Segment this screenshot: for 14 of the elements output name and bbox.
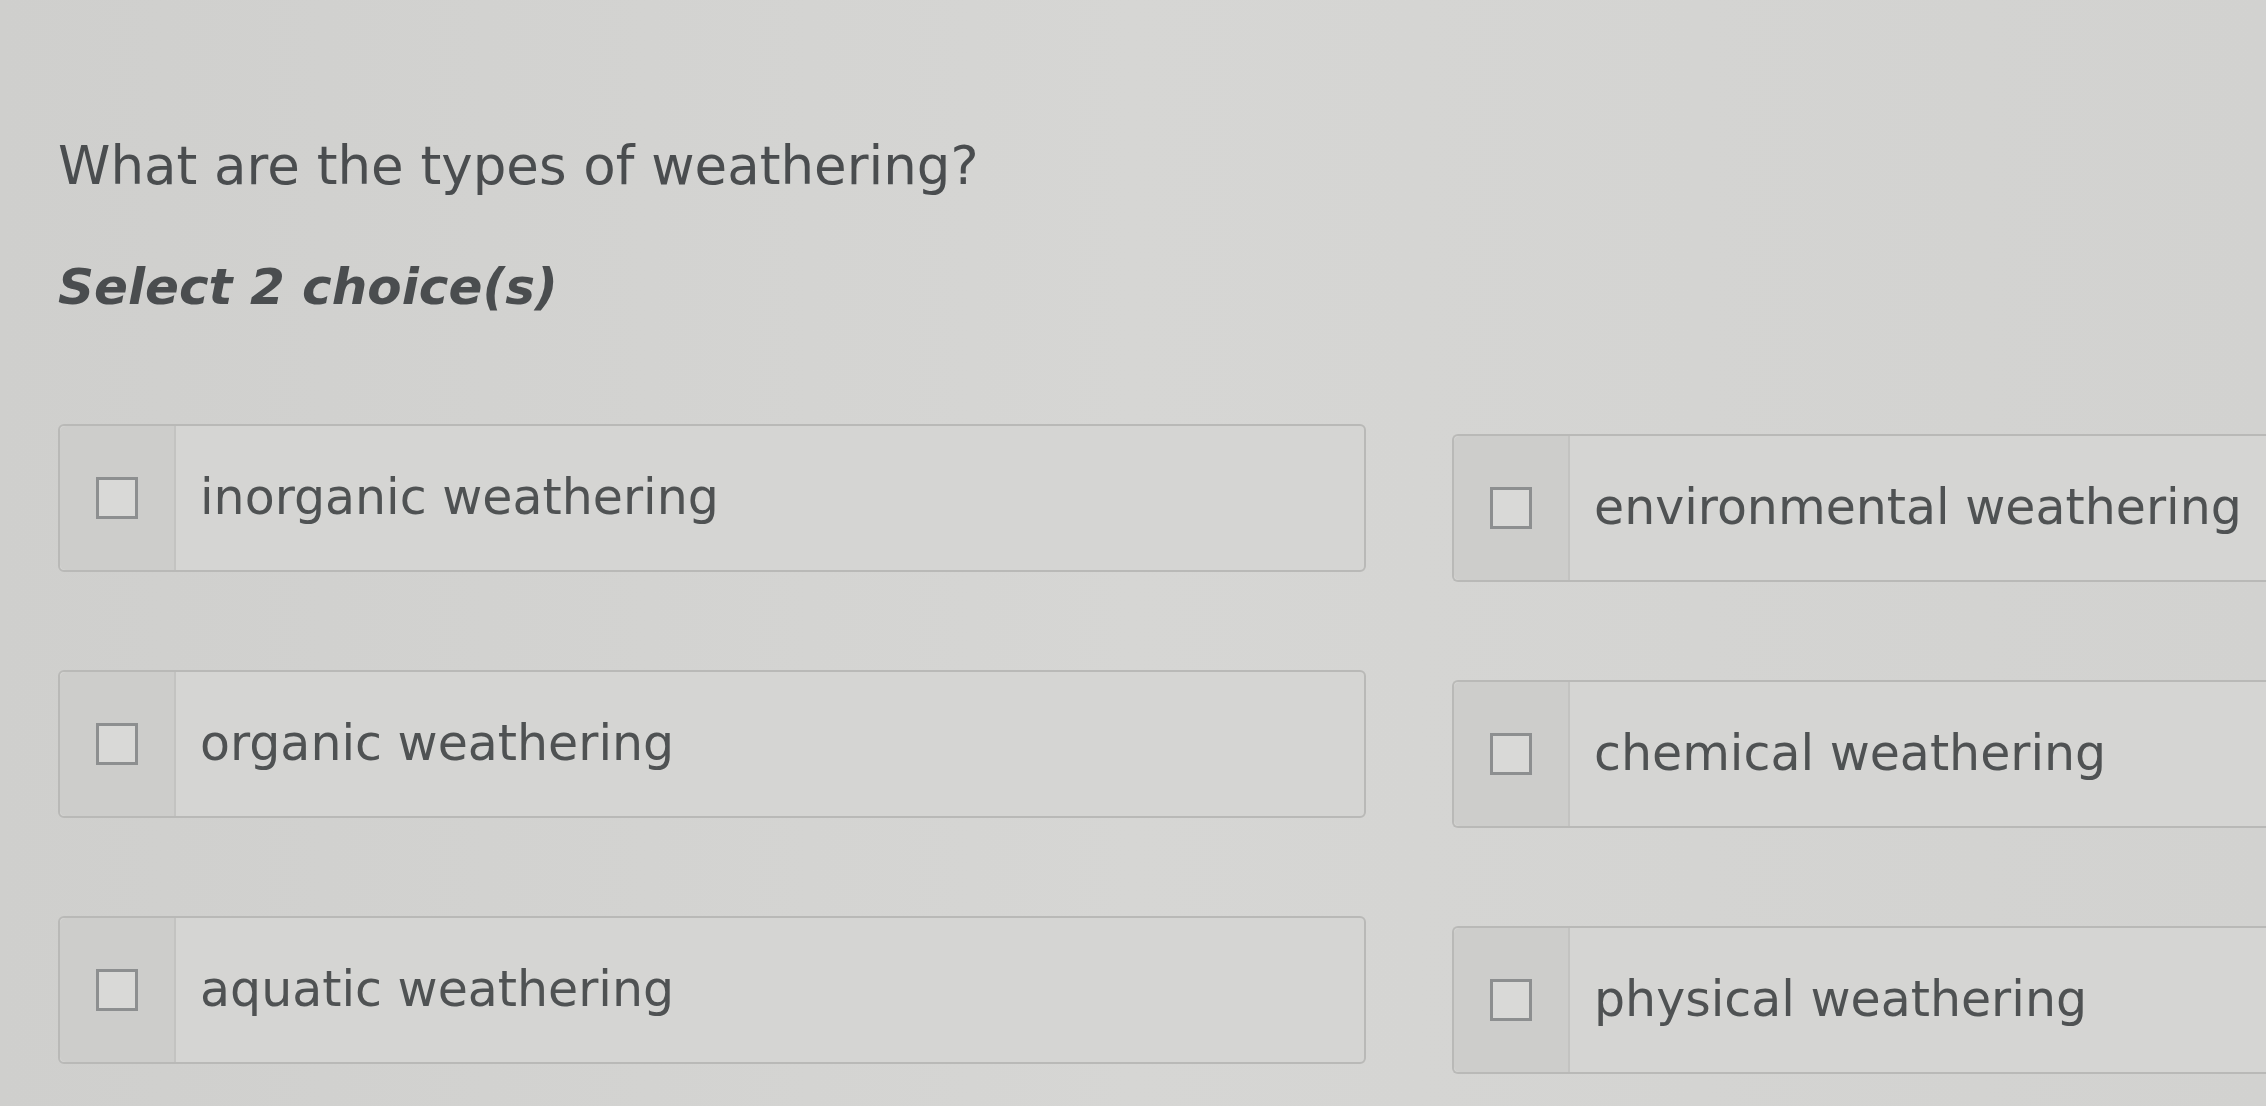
choice-option[interactable]: chemical weathering — [1452, 680, 2266, 828]
checkbox[interactable] — [1490, 733, 1532, 775]
checkbox[interactable] — [1490, 979, 1532, 1021]
checkbox[interactable] — [96, 723, 138, 765]
checkbox[interactable] — [96, 477, 138, 519]
choice-option[interactable]: inorganic weathering — [58, 424, 1366, 572]
choice-option[interactable]: organic weathering — [58, 670, 1366, 818]
choice-option[interactable]: physical weathering — [1452, 926, 2266, 1074]
checkbox[interactable] — [96, 969, 138, 1011]
choice-option[interactable]: environmental weathering — [1452, 434, 2266, 582]
checkbox[interactable] — [1490, 487, 1532, 529]
choice-option[interactable]: aquatic weathering — [58, 916, 1366, 1064]
question-text: What are the types of weathering? — [58, 134, 979, 198]
instruction-text: Select 2 choice(s) — [58, 257, 558, 318]
